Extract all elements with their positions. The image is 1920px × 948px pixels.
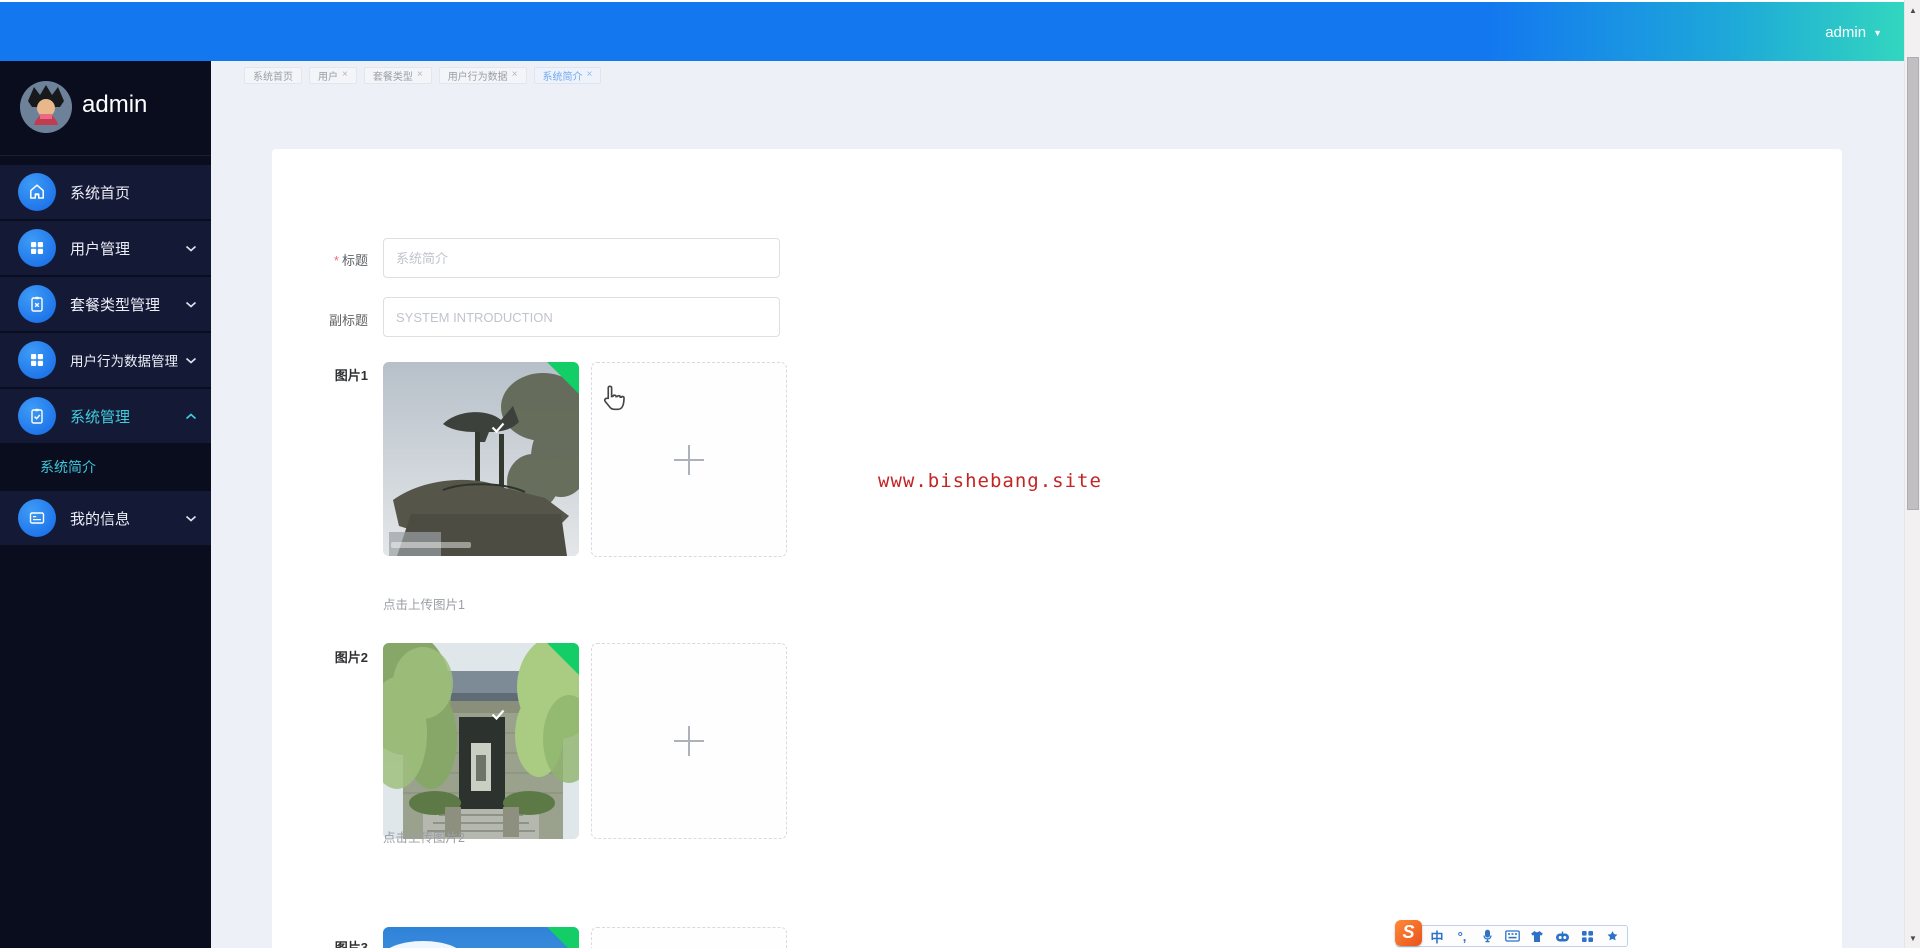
sogou-logo-icon[interactable]: S — [1395, 919, 1422, 946]
apps-grid-icon — [18, 341, 56, 379]
subtitle-label: 副标题 — [328, 313, 368, 328]
check-icon — [491, 709, 505, 721]
sidebar-item-user-management[interactable]: 用户管理 — [0, 221, 211, 275]
sidebar-item-system-management[interactable]: 系统管理 — [0, 389, 211, 443]
sidebar-item-label: 系统管理 — [70, 408, 131, 426]
tab-user-behavior-data[interactable]: 用户行为数据 × — [438, 66, 527, 84]
punctuation-icon[interactable]: °, — [1452, 926, 1472, 946]
main-area: 系统首页 用户 × 套餐类型 × 用户行为数据 × 系统简介 × *标题 副标题… — [211, 61, 1904, 948]
sidebar: admin 系统首页 用户管理 套餐类型管理 用户行为数据管理 系统管理 系统简… — [0, 61, 211, 948]
tab-label: 套餐类型 — [372, 71, 413, 83]
more-grid-icon[interactable] — [1577, 926, 1597, 946]
sidebar-subitem-label: 系统简介 — [40, 459, 96, 475]
sidebar-item-label: 用户管理 — [70, 240, 131, 258]
title-label-text: 标题 — [341, 253, 368, 268]
close-icon[interactable]: × — [587, 70, 593, 80]
scroll-up-button[interactable]: ▲ — [1905, 2, 1920, 18]
sidebar-item-user-behavior-data-management[interactable]: 用户行为数据管理 — [0, 333, 211, 387]
tab-home[interactable]: 系统首页 — [244, 66, 302, 84]
clipboard-x-icon — [18, 285, 56, 323]
top-header: admin ▼ — [0, 0, 1904, 61]
microphone-icon[interactable] — [1477, 926, 1497, 946]
upload-box-1[interactable] — [591, 362, 787, 557]
chevron-up-icon — [185, 412, 197, 420]
toolbox-robot-icon[interactable] — [1552, 926, 1572, 946]
profile-block: admin — [0, 61, 211, 156]
avatar-image — [20, 81, 72, 133]
upload-hint-1: 点击上传图片1 — [383, 598, 465, 612]
tab-label: 用户行为数据 — [447, 71, 508, 83]
apps-grid-icon — [18, 229, 56, 267]
sidebar-item-label: 系统首页 — [70, 184, 131, 202]
upload-box-2[interactable] — [591, 643, 787, 839]
plus-icon — [674, 444, 704, 475]
upload-success-badge — [547, 362, 579, 394]
plus-icon — [674, 726, 704, 756]
keyboard-icon[interactable] — [1502, 926, 1522, 946]
uploaded-image-1[interactable] — [383, 362, 579, 556]
tab-label: 系统简介 — [542, 71, 583, 83]
caret-down-icon: ▼ — [1873, 27, 1882, 38]
form-card: *标题 副标题 图片1 — [272, 149, 1842, 948]
ime-toolbar: S 中 °, — [1395, 919, 1628, 947]
tab-system-introduction[interactable]: 系统简介 × — [533, 66, 602, 84]
sidebar-menu: 系统首页 用户管理 套餐类型管理 用户行为数据管理 系统管理 系统简介 我的信息 — [0, 165, 211, 547]
sidebar-item-label: 用户行为数据管理 — [70, 354, 178, 369]
uploaded-image-2[interactable] — [383, 643, 579, 839]
image1-label: 图片1 — [334, 368, 368, 383]
image2-label: 图片2 — [334, 650, 368, 665]
scrollbar-thumb[interactable] — [1907, 57, 1919, 510]
upload-hint-2: 点击上传图片2 — [383, 831, 465, 845]
home-icon — [18, 173, 56, 211]
required-mark: * — [333, 253, 339, 268]
tab-users[interactable]: 用户 × — [309, 66, 357, 84]
settings-star-icon[interactable] — [1602, 926, 1622, 946]
chevron-down-icon — [185, 357, 197, 364]
profile-name: admin — [82, 91, 148, 118]
vertical-scrollbar[interactable]: ▲ ▼ — [1904, 0, 1920, 948]
user-dropdown[interactable]: admin ▼ — [1825, 2, 1882, 63]
chevron-down-icon — [185, 245, 197, 252]
chevron-down-icon — [185, 515, 197, 522]
uploaded-image-3[interactable] — [383, 927, 579, 948]
id-card-icon — [18, 499, 56, 537]
close-icon[interactable]: × — [417, 70, 423, 80]
subtitle-input[interactable] — [383, 297, 780, 337]
tab-bar: 系统首页 用户 × 套餐类型 × 用户行为数据 × 系统简介 × — [211, 63, 602, 87]
clipboard-check-icon — [18, 397, 56, 435]
sidebar-item-label: 套餐类型管理 — [70, 296, 161, 314]
sidebar-item-my-info[interactable]: 我的信息 — [0, 491, 211, 545]
site-watermark: www.bishebang.site — [878, 470, 1102, 492]
image3-label: 图片3 — [334, 940, 368, 948]
close-icon[interactable]: × — [342, 70, 348, 80]
tab-package-type[interactable]: 套餐类型 × — [363, 66, 432, 84]
chevron-down-icon — [185, 301, 197, 308]
upload-success-badge — [547, 927, 579, 948]
title-input[interactable] — [383, 238, 780, 278]
skin-shirt-icon[interactable] — [1527, 926, 1547, 946]
scroll-down-button[interactable]: ▼ — [1905, 930, 1920, 946]
upload-box-3[interactable] — [591, 927, 787, 948]
user-name: admin — [1825, 24, 1867, 41]
tab-label: 系统首页 — [253, 71, 293, 83]
chinese-mode-icon[interactable]: 中 — [1427, 926, 1447, 946]
tab-label: 用户 — [318, 71, 338, 83]
sidebar-item-label: 我的信息 — [70, 510, 131, 528]
close-icon[interactable]: × — [512, 70, 518, 80]
check-icon — [491, 422, 505, 434]
sidebar-subitem-system-introduction[interactable]: 系统简介 — [0, 445, 211, 489]
title-label: * 标题 — [272, 250, 368, 269]
upload-success-badge — [547, 643, 579, 675]
sidebar-item-package-type-management[interactable]: 套餐类型管理 — [0, 277, 211, 331]
avatar[interactable] — [20, 81, 72, 133]
sidebar-item-home[interactable]: 系统首页 — [0, 165, 211, 219]
